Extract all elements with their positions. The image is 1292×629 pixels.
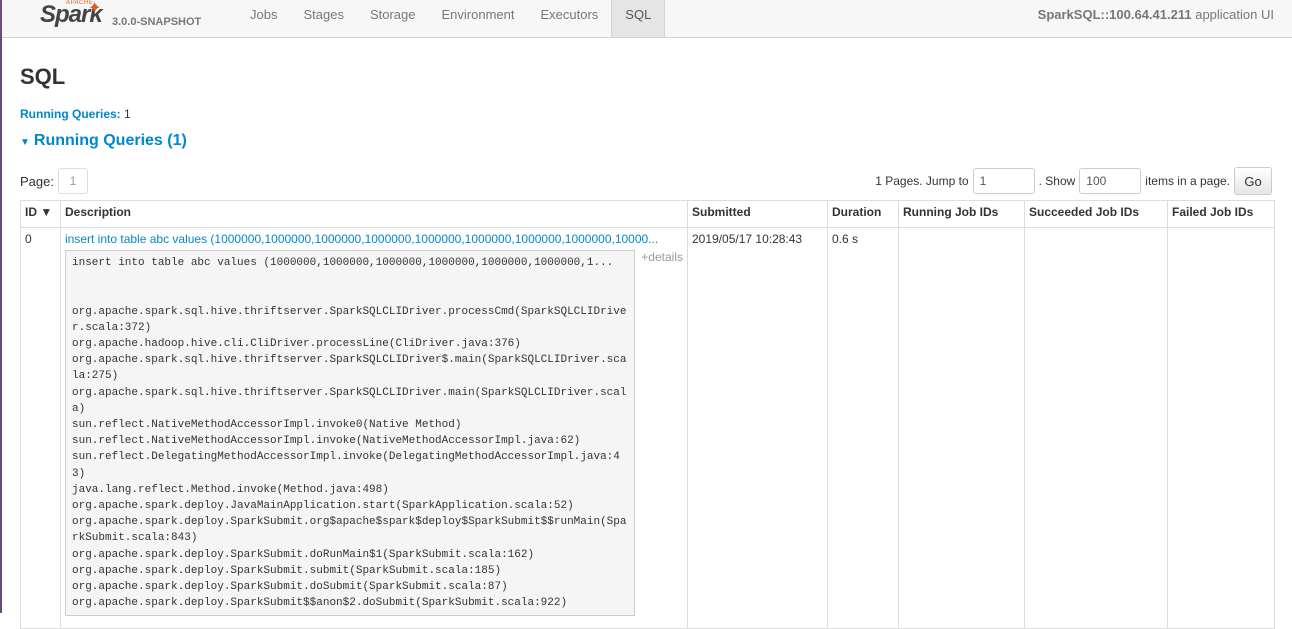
table-header-row: ID ▼ Description Submitted Duration Runn… bbox=[20, 200, 1275, 228]
stack-trace-statement: insert into table abc values (1000000,10… bbox=[72, 257, 614, 269]
page-title: SQL bbox=[20, 64, 66, 89]
page-number-button[interactable]: 1 bbox=[57, 168, 88, 194]
page-label: Page: bbox=[20, 173, 54, 189]
pager-left: Page: 1 bbox=[20, 168, 88, 194]
stack-trace: insert into table abc values (1000000,10… bbox=[65, 250, 635, 617]
tab-jobs[interactable]: Jobs bbox=[237, 0, 290, 37]
app-title: SparkSQL::100.64.41.211 application UI bbox=[1038, 7, 1274, 22]
spark-star-icon: ✦ bbox=[88, 0, 102, 17]
tab-storage[interactable]: Storage bbox=[357, 0, 429, 37]
running-queries-link[interactable]: Running Queries: bbox=[20, 107, 121, 121]
collapse-arrow-icon: ▼ bbox=[20, 137, 30, 148]
column-header-running-job-ids[interactable]: Running Job IDs bbox=[898, 200, 1025, 228]
nav-tabs: Jobs Stages Storage Environment Executor… bbox=[237, 0, 666, 37]
tab-sql[interactable]: SQL bbox=[611, 0, 666, 37]
pages-text: 1 Pages. Jump to bbox=[875, 174, 969, 188]
cell-duration: 0.6 s bbox=[827, 227, 899, 629]
top-navbar: APACHE Spark ✦ 3.0.0-SNAPSHOT Jobs Stage… bbox=[2, 0, 1292, 38]
tab-executors[interactable]: Executors bbox=[527, 0, 611, 37]
running-queries-header[interactable]: ▼ Running Queries (1) bbox=[20, 132, 187, 150]
cell-succeeded-job-ids bbox=[1024, 227, 1168, 629]
cell-description: insert into table abc values (1000000,10… bbox=[60, 227, 688, 629]
tab-environment[interactable]: Environment bbox=[429, 0, 528, 37]
column-header-succeeded-job-ids[interactable]: Succeeded Job IDs bbox=[1024, 200, 1168, 228]
column-header-submitted[interactable]: Submitted bbox=[687, 200, 828, 228]
column-header-id[interactable]: ID ▼ bbox=[20, 200, 61, 228]
pager-right: 1 Pages. Jump to . Show items in a page.… bbox=[875, 167, 1272, 195]
details-container: +details insert into table abc values (1… bbox=[65, 250, 683, 617]
column-header-duration[interactable]: Duration bbox=[827, 200, 899, 228]
show-text: . Show bbox=[1038, 174, 1076, 188]
app-suffix: application UI bbox=[1195, 7, 1274, 22]
app-name: SparkSQL::100.64.41.211 bbox=[1037, 7, 1192, 22]
cell-failed-job-ids bbox=[1167, 227, 1275, 629]
go-button[interactable]: Go bbox=[1234, 167, 1272, 195]
cell-submitted: 2019/05/17 10:28:43 bbox=[687, 227, 828, 629]
window-left-edge bbox=[0, 0, 2, 613]
column-header-failed-job-ids[interactable]: Failed Job IDs bbox=[1167, 200, 1275, 228]
table-row: 0 insert into table abc values (1000000,… bbox=[20, 227, 1275, 629]
running-queries-table: ID ▼ Description Submitted Duration Runn… bbox=[20, 200, 1275, 629]
page-size-input[interactable] bbox=[1079, 168, 1142, 194]
section-title: Running Queries (1) bbox=[33, 132, 187, 149]
column-header-description[interactable]: Description bbox=[60, 200, 688, 228]
items-text: items in a page. bbox=[1145, 174, 1230, 188]
tab-stages[interactable]: Stages bbox=[290, 0, 356, 37]
cell-id: 0 bbox=[20, 227, 61, 629]
running-queries-summary: Running Queries: 1 bbox=[20, 107, 131, 121]
jump-to-page-input[interactable] bbox=[972, 168, 1035, 194]
stack-trace-body: org.apache.spark.sql.hive.thriftserver.S… bbox=[72, 305, 627, 610]
details-toggle[interactable]: +details bbox=[641, 250, 683, 264]
version-label: 3.0.0-SNAPSHOT bbox=[112, 16, 202, 28]
description-link[interactable]: insert into table abc values (1000000,10… bbox=[65, 232, 683, 246]
cell-running-job-ids bbox=[898, 227, 1025, 629]
running-queries-count: 1 bbox=[124, 107, 131, 121]
